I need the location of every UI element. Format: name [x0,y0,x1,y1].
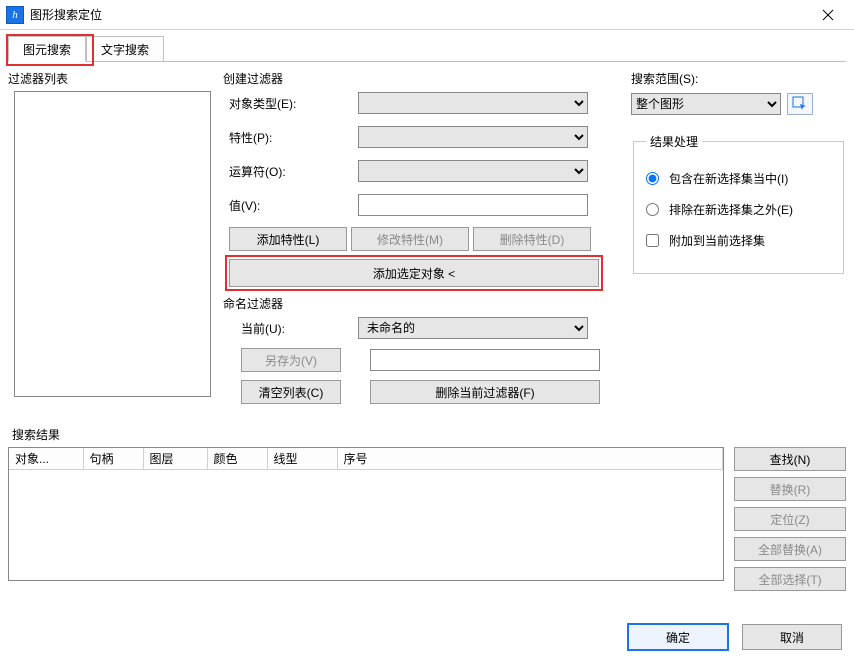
filter-listbox[interactable] [14,91,211,397]
radio-include[interactable]: 包含在新选择集当中(I) [646,170,833,187]
object-type-select[interactable] [358,92,588,114]
replace-all-button[interactable]: 全部替换(A) [734,537,846,561]
col-index[interactable]: 序号 [337,448,723,470]
pick-in-drawing-button[interactable] [787,93,813,115]
result-processing-group: 结果处理 包含在新选择集当中(I) 排除在新选择集之外(E) 附加到当前选择集 [633,133,844,274]
create-filter-label: 创建过滤器 [223,70,623,87]
tab-text-search[interactable]: 文字搜索 [86,36,164,62]
clear-list-button[interactable]: 清空列表(C) [241,380,341,404]
locate-button[interactable]: 定位(Z) [734,507,846,531]
current-filter-label: 当前(U): [223,320,358,337]
checkbox-append-label: 附加到当前选择集 [669,232,765,249]
pick-selection-icon [792,96,808,112]
property-select[interactable] [358,126,588,148]
checkbox-append-input[interactable] [646,234,659,247]
result-processing-legend: 结果处理 [646,133,702,150]
results-table[interactable]: 对象... 句柄 图层 颜色 线型 序号 [8,447,724,581]
named-filter-label: 命名过滤器 [223,295,623,312]
col-layer[interactable]: 图层 [143,448,207,470]
value-input[interactable] [358,194,588,216]
radio-include-label: 包含在新选择集当中(I) [669,170,788,187]
operator-select[interactable] [358,160,588,182]
property-label: 特性(P): [223,129,358,146]
col-object[interactable]: 对象... [9,448,83,470]
current-filter-select[interactable]: 未命名的 [358,317,588,339]
tabrow: 图元搜索 文字搜索 [8,36,846,62]
window-title: 图形搜索定位 [30,6,808,23]
add-property-button[interactable]: 添加特性(L) [229,227,347,251]
filter-list-label: 过滤器列表 [8,70,215,87]
titlebar: h 图形搜索定位 [0,0,854,30]
radio-include-input[interactable] [646,172,659,185]
search-results-label: 搜索结果 [12,426,854,443]
col-handle[interactable]: 句柄 [83,448,143,470]
search-scope-select[interactable]: 整个图形 [631,93,781,115]
ok-button[interactable]: 确定 [628,624,728,650]
select-all-button[interactable]: 全部选择(T) [734,567,846,591]
tab-primitive-search[interactable]: 图元搜索 [8,36,86,62]
cancel-button[interactable]: 取消 [742,624,842,650]
edit-property-button[interactable]: 修改特性(M) [351,227,469,251]
delete-property-button[interactable]: 删除特性(D) [473,227,591,251]
radio-exclude-input[interactable] [646,203,659,216]
search-scope-label: 搜索范围(S): [631,70,846,87]
close-button[interactable] [808,1,848,29]
value-label: 值(V): [223,197,358,214]
checkbox-append[interactable]: 附加到当前选择集 [646,232,833,249]
find-button[interactable]: 查找(N) [734,447,846,471]
col-color[interactable]: 颜色 [207,448,267,470]
radio-exclude-label: 排除在新选择集之外(E) [669,201,793,218]
close-icon [822,9,834,21]
filter-name-input[interactable] [370,349,600,371]
delete-current-filter-button[interactable]: 删除当前过滤器(F) [370,380,600,404]
add-selected-objects-button[interactable]: 添加选定对象 < [229,259,599,287]
radio-exclude[interactable]: 排除在新选择集之外(E) [646,201,833,218]
replace-button[interactable]: 替换(R) [734,477,846,501]
col-linetype[interactable]: 线型 [267,448,337,470]
operator-label: 运算符(O): [223,163,358,180]
object-type-label: 对象类型(E): [223,95,358,112]
app-icon: h [6,6,24,24]
save-as-button[interactable]: 另存为(V) [241,348,341,372]
